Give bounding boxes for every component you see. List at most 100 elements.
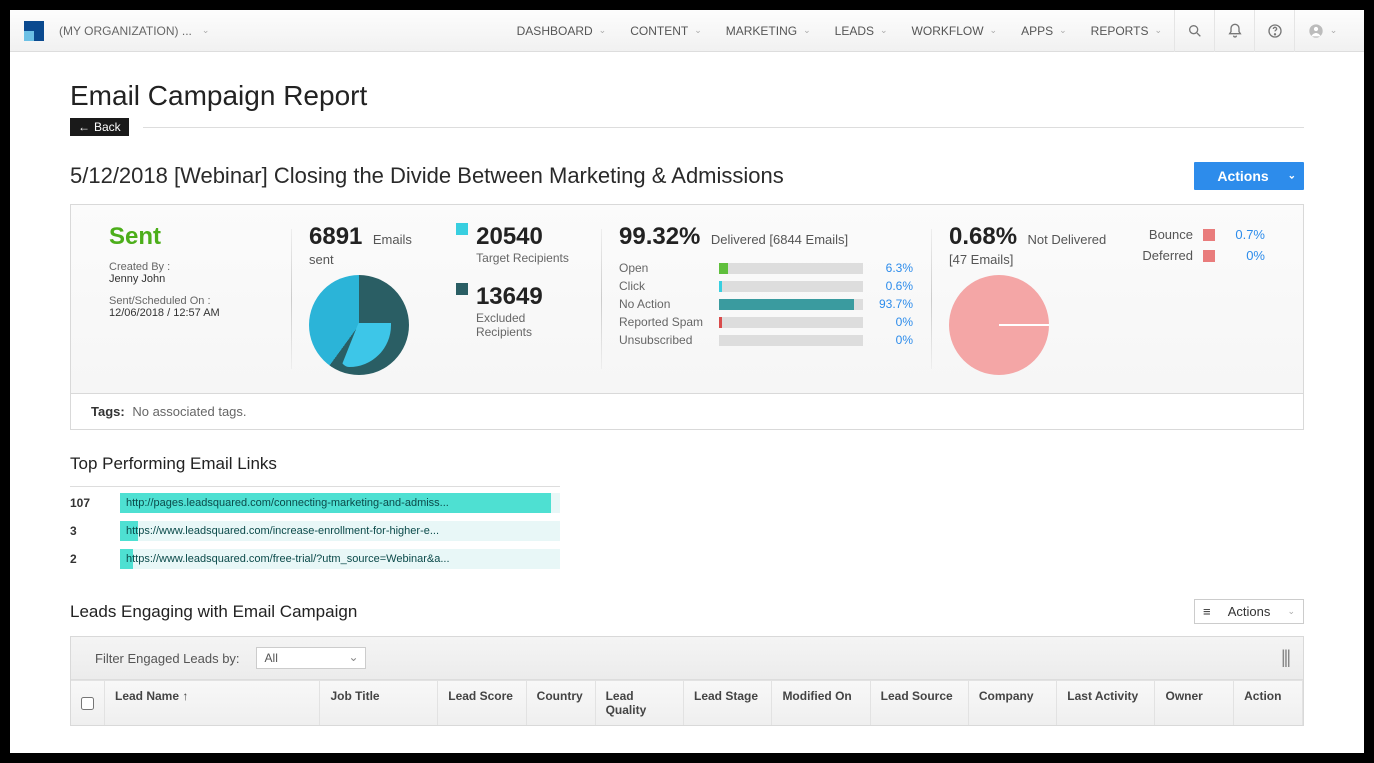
select-all-checkbox[interactable] bbox=[71, 681, 105, 725]
link-bar[interactable]: https://www.leadsquared.com/increase-enr… bbox=[120, 521, 560, 541]
legend-square bbox=[1203, 229, 1215, 241]
chevron-down-icon: ⌄ bbox=[990, 25, 998, 36]
link-url: https://www.leadsquared.com/increase-enr… bbox=[126, 521, 439, 541]
content: Email Campaign Report ← Back 5/12/2018 [… bbox=[10, 52, 1364, 753]
metric-label: No Action bbox=[619, 297, 719, 311]
leads-panel: Filter Engaged Leads by: All ||| Lead Na… bbox=[70, 636, 1304, 726]
delivered-row: Click0.6% bbox=[619, 279, 913, 293]
column-header[interactable]: Action bbox=[1234, 681, 1303, 725]
column-header[interactable]: Company bbox=[969, 681, 1057, 725]
leads-heading: Leads Engaging with Email Campaign bbox=[70, 602, 357, 622]
back-button[interactable]: ← Back bbox=[70, 118, 129, 136]
columns-icon[interactable]: ||| bbox=[1281, 647, 1289, 668]
column-header[interactable]: Lead Quality bbox=[596, 681, 684, 725]
filter-select[interactable]: All bbox=[256, 647, 366, 669]
page-title: Email Campaign Report bbox=[70, 80, 1304, 112]
excluded-recipients-label: Excluded Recipients bbox=[476, 311, 583, 339]
not-delivered-pie-chart bbox=[949, 275, 1049, 375]
leads-actions-button[interactable]: ≡ Actions ⌄ bbox=[1194, 599, 1304, 624]
search-icon[interactable] bbox=[1174, 10, 1214, 52]
metric-label: Unsubscribed bbox=[619, 333, 719, 347]
column-header[interactable]: Lead Name ↑ bbox=[105, 681, 320, 725]
actions-button[interactable]: Actions ⌄ bbox=[1194, 162, 1304, 190]
excluded-recipients-count: 13649 bbox=[476, 283, 583, 311]
link-bar[interactable]: http://pages.leadsquared.com/connecting-… bbox=[120, 493, 560, 513]
not-delivered-row: Bounce0.7% bbox=[1142, 227, 1265, 242]
bar-track bbox=[719, 335, 863, 346]
chevron-down-icon: ⌄ bbox=[1287, 606, 1295, 617]
metric-value: 6.3% bbox=[869, 261, 913, 275]
column-header[interactable]: Owner bbox=[1155, 681, 1234, 725]
link-count: 2 bbox=[70, 552, 100, 566]
org-switcher[interactable]: (MY ORGANIZATION) ... ⌄ bbox=[59, 24, 209, 38]
bar-track bbox=[719, 281, 863, 292]
target-recipients-count: 20540 bbox=[476, 223, 569, 251]
legend-square bbox=[456, 283, 468, 295]
help-icon[interactable] bbox=[1254, 10, 1294, 52]
logo bbox=[24, 21, 44, 41]
menu-icon: ≡ bbox=[1203, 604, 1211, 619]
delivered-bars: Open 6.3% Click0.6% No Action 93.7% Reported … bbox=[619, 261, 913, 347]
top-links-list: 107http://pages.leadsquared.com/connecti… bbox=[70, 493, 1304, 569]
target-recipients-label: Target Recipients bbox=[476, 251, 569, 265]
top-links-heading: Top Performing Email Links bbox=[70, 454, 1304, 474]
column-header[interactable]: Lead Score bbox=[438, 681, 526, 725]
delivered-row: Unsubscribed0% bbox=[619, 333, 913, 347]
nav-content[interactable]: CONTENT⌄ bbox=[618, 10, 714, 52]
filter-label: Filter Engaged Leads by: bbox=[95, 651, 240, 666]
link-row: 3 https://www.leadsquared.com/increase-en… bbox=[70, 521, 1304, 541]
nav-dashboard[interactable]: DASHBOARD⌄ bbox=[505, 10, 619, 52]
sent-on-label: Sent/Scheduled On : bbox=[109, 295, 273, 307]
chevron-down-icon: ⌄ bbox=[803, 25, 811, 36]
delivered-sub: Delivered [6844 Emails] bbox=[711, 232, 848, 247]
bell-icon[interactable] bbox=[1214, 10, 1254, 52]
delivered-row: Reported Spam0% bbox=[619, 315, 913, 329]
nav-leads[interactable]: LEADS⌄ bbox=[823, 10, 900, 52]
metric-value: 0% bbox=[869, 315, 913, 329]
column-header[interactable]: Country bbox=[527, 681, 596, 725]
nav-reports[interactable]: REPORTS⌄ bbox=[1079, 10, 1174, 52]
column-header[interactable]: Modified On bbox=[772, 681, 870, 725]
legend-square bbox=[456, 223, 468, 235]
bar-track bbox=[719, 263, 863, 274]
delivered-pct: 99.32% bbox=[619, 223, 700, 250]
chevron-down-icon: ⌄ bbox=[599, 25, 607, 36]
column-header[interactable]: Lead Source bbox=[871, 681, 969, 725]
back-label: Back bbox=[94, 120, 121, 134]
sent-on: 12/06/2018 / 12:57 AM bbox=[109, 307, 273, 319]
divider bbox=[70, 486, 560, 487]
created-by: Jenny John bbox=[109, 273, 273, 285]
nav-workflow[interactable]: WORKFLOW⌄ bbox=[900, 10, 1010, 52]
link-url: https://www.leadsquared.com/free-trial/?… bbox=[126, 549, 450, 569]
link-count: 3 bbox=[70, 524, 100, 538]
chevron-down-icon: ⌄ bbox=[880, 25, 888, 36]
link-row: 107http://pages.leadsquared.com/connecti… bbox=[70, 493, 1304, 513]
filter-value: All bbox=[265, 651, 278, 665]
metric-label: Open bbox=[619, 261, 719, 275]
bar-track bbox=[719, 317, 863, 328]
tags-bar: Tags: No associated tags. bbox=[70, 394, 1304, 430]
metric-value: 93.7% bbox=[869, 297, 913, 311]
column-header[interactable]: Last Activity bbox=[1057, 681, 1155, 725]
delivered-row: No Action 93.7% bbox=[619, 297, 913, 311]
leads-actions-label: Actions bbox=[1228, 604, 1271, 619]
link-url: http://pages.leadsquared.com/connecting-… bbox=[126, 493, 449, 513]
actions-label: Actions bbox=[1217, 168, 1268, 184]
nav-marketing[interactable]: MARKETING⌄ bbox=[714, 10, 823, 52]
link-bar[interactable]: https://www.leadsquared.com/free-trial/?… bbox=[120, 549, 560, 569]
column-header[interactable]: Job Title bbox=[320, 681, 438, 725]
summary-panel: Sent Created By : Jenny John Sent/Schedu… bbox=[70, 204, 1304, 394]
bar-track bbox=[719, 299, 863, 310]
nav-apps[interactable]: APPS⌄ bbox=[1009, 10, 1079, 52]
user-menu[interactable]: ⌄ bbox=[1294, 10, 1350, 52]
chevron-down-icon: ⌄ bbox=[1154, 25, 1162, 36]
legend-square bbox=[1203, 250, 1215, 262]
delivered-row: Open 6.3% bbox=[619, 261, 913, 275]
chevron-down-icon: ⌄ bbox=[1330, 25, 1338, 36]
created-by-label: Created By : bbox=[109, 261, 273, 273]
status-value: Sent bbox=[109, 223, 273, 251]
metric-value: 0.6% bbox=[869, 279, 913, 293]
column-header[interactable]: Lead Stage bbox=[684, 681, 772, 725]
emails-pie-chart bbox=[309, 275, 409, 375]
top-nav: (MY ORGANIZATION) ... ⌄ DASHBOARD⌄CONTEN… bbox=[10, 10, 1364, 52]
